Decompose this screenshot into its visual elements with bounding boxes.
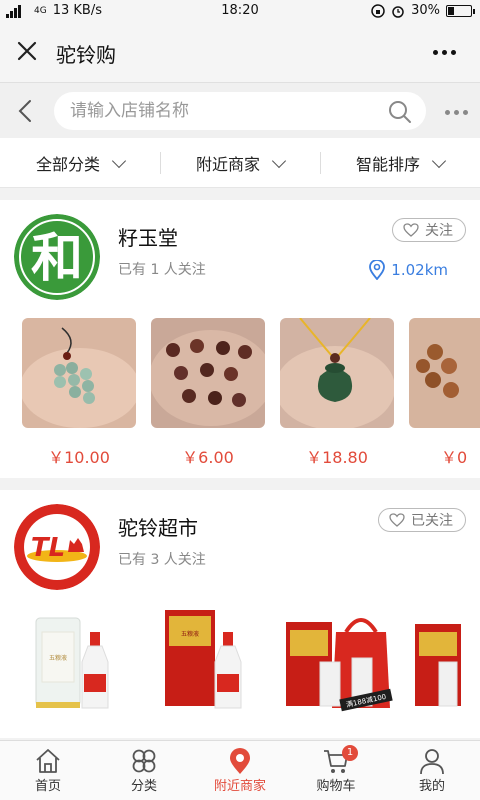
store-card[interactable]: TL 驼铃超市 已有 3 人关注 已关注 五粮液 五粮液 满188减100 <box>0 490 480 738</box>
store-name[interactable]: 驼铃超市 <box>118 512 198 541</box>
nav-label: 购物车 <box>316 779 356 794</box>
store-name[interactable]: 籽玉堂 <box>118 222 178 251</box>
logo-text: TL <box>31 533 65 563</box>
filter-bar: 全部分类 附近商家 智能排序 <box>0 138 480 188</box>
location-icon <box>230 748 250 774</box>
location-pin-icon <box>369 260 386 280</box>
filter-label: 全部分类 <box>35 154 100 174</box>
search-more-icon[interactable] <box>445 110 468 115</box>
chevron-down-icon <box>271 153 287 168</box>
home-icon <box>36 749 60 773</box>
nav-label: 我的 <box>418 779 445 794</box>
nav-category[interactable]: 分类 <box>96 741 192 800</box>
product-image[interactable]: 五粮液 <box>22 602 136 722</box>
label-text: 五粮液 <box>181 630 199 638</box>
search-box[interactable] <box>54 92 426 130</box>
status-right: 30% <box>371 3 475 18</box>
product-price: ￥18.80 <box>306 448 368 467</box>
nav-home[interactable]: 首页 <box>0 741 96 800</box>
follow-button[interactable]: 关注 <box>392 218 466 242</box>
filter-nearby[interactable]: 附近商家 <box>160 138 320 187</box>
distance: 1.02km <box>369 260 448 280</box>
product-image[interactable] <box>409 602 480 722</box>
heart-icon <box>403 223 419 237</box>
product-image[interactable] <box>22 318 136 428</box>
filter-sort[interactable]: 智能排序 <box>320 138 480 187</box>
alarm-icon <box>392 5 404 18</box>
dot <box>442 50 447 55</box>
battery-percent: 30% <box>411 3 440 18</box>
product-image[interactable] <box>280 318 394 428</box>
product-strip <box>22 318 480 428</box>
store-card[interactable]: 和 籽玉堂 已有 1 人关注 关注 1.02km ￥10.00 ￥6.00 ￥1… <box>0 200 480 478</box>
search-icon[interactable] <box>388 100 412 124</box>
category-icon <box>132 749 156 773</box>
distance-value: 1.02km <box>391 261 448 279</box>
product-price: ￥10.00 <box>48 448 110 467</box>
logo-text: 和 <box>31 228 83 289</box>
store-logo[interactable]: TL <box>14 504 100 590</box>
product-image[interactable]: 满188减100 <box>280 602 394 722</box>
chevron-down-icon <box>111 153 127 168</box>
page-title: 驼铃购 <box>56 43 116 67</box>
nav-cart[interactable]: 1 购物车 <box>288 741 384 800</box>
battery-fill <box>448 6 454 15</box>
search-row <box>0 82 480 138</box>
nav-mine[interactable]: 我的 <box>384 741 480 800</box>
product-image[interactable] <box>409 318 480 428</box>
nav-label: 首页 <box>34 779 61 794</box>
product-price: ￥6.00 <box>182 448 234 467</box>
back-icon[interactable] <box>16 99 34 123</box>
follow-label: 已关注 <box>411 513 453 529</box>
filter-category[interactable]: 全部分类 <box>0 138 160 187</box>
label-text: 五粮液 <box>49 654 67 662</box>
search-input[interactable] <box>70 92 380 130</box>
dot <box>451 50 456 55</box>
lock-rotation-icon <box>371 3 385 18</box>
product-strip: 五粮液 五粮液 满188减100 <box>22 602 480 722</box>
nav-nearby[interactable]: 附近商家 <box>192 741 288 800</box>
follow-label: 关注 <box>425 223 453 239</box>
product-price: ￥0 <box>441 448 468 467</box>
chevron-down-icon <box>431 153 447 168</box>
follower-count: 已有 1 人关注 <box>118 262 206 278</box>
dot <box>445 110 450 115</box>
nav-label: 附近商家 <box>213 779 266 794</box>
more-options-icon[interactable] <box>433 50 456 55</box>
filter-label: 智能排序 <box>355 154 420 174</box>
follow-button[interactable]: 已关注 <box>378 508 466 532</box>
dot <box>463 110 468 115</box>
user-icon <box>420 749 444 775</box>
bottom-nav: 首页 分类 附近商家 1 购物车 我的 <box>0 740 480 800</box>
cart-badge: 1 <box>342 745 358 761</box>
status-bar: 4G 13 KB/s 18:20 30% <box>0 0 480 22</box>
product-image[interactable] <box>151 318 265 428</box>
store-logo[interactable]: 和 <box>14 214 100 300</box>
follower-count: 已有 3 人关注 <box>118 552 206 568</box>
dot <box>433 50 438 55</box>
nav-label: 分类 <box>130 779 157 794</box>
heart-icon <box>389 513 405 527</box>
title-bar: 驼铃购 <box>0 22 480 82</box>
dot <box>454 110 459 115</box>
filter-label: 附近商家 <box>195 154 260 174</box>
close-icon[interactable] <box>16 40 38 62</box>
battery-icon <box>446 4 475 17</box>
product-image[interactable]: 五粮液 <box>151 602 265 722</box>
